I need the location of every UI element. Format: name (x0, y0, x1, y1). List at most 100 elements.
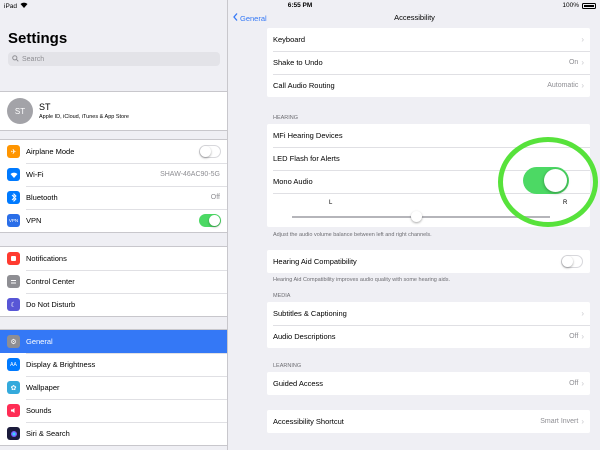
airplane-icon: ✈ (7, 145, 20, 158)
hac-footer: Hearing Aid Compatibility improves audio… (273, 277, 451, 283)
sidebar-item-bluetooth[interactable]: Bluetooth Off (0, 186, 227, 209)
row-label: Accessibility Shortcut (273, 417, 344, 426)
status-time: 6:55 PM (287, 2, 313, 9)
sidebar-item-display-brightness[interactable]: AA Display & Brightness (0, 353, 227, 376)
sidebar-item-label: General (26, 337, 53, 346)
siri-icon (7, 427, 20, 440)
sidebar-item-label: VPN (26, 216, 42, 225)
row-label: Guided Access (273, 379, 324, 388)
accessibility-shortcut-row[interactable]: Accessibility Shortcut Smart Invert › (267, 410, 590, 433)
nav-title: Accessibility (394, 13, 435, 22)
sidebar-item-wallpaper[interactable]: ✿ Wallpaper (0, 376, 227, 399)
hac-toggle[interactable] (561, 255, 583, 268)
sidebar-item-notifications[interactable]: Notifications (0, 247, 227, 270)
keyboard-row[interactable]: Keyboard › (267, 28, 590, 51)
hearing-aid-compatibility-row[interactable]: Hearing Aid Compatibility (267, 250, 590, 273)
chevron-right-icon: › (581, 81, 584, 90)
notifications-group: Notifications Control Center ☾ Do Not Di… (0, 246, 227, 317)
sidebar-item-siri-search[interactable]: Siri & Search (0, 422, 227, 445)
connectivity-group: ✈ Airplane Mode Wi-Fi SHAW-46AC90-5G Blu… (0, 139, 227, 233)
vpn-icon: VPN (7, 214, 20, 227)
bluetooth-value: Off (210, 194, 220, 201)
audio-descriptions-row[interactable]: Audio Descriptions Off › (267, 325, 590, 348)
row-value: Automatic (547, 82, 579, 89)
battery-icon (582, 2, 596, 9)
sounds-icon (7, 404, 20, 417)
display-icon: AA (7, 358, 20, 371)
guided-access-row[interactable]: Guided Access Off › (267, 372, 590, 395)
media-group: Subtitles & Captioning › Audio Descripti… (267, 302, 590, 348)
learning-group: Guided Access Off › (267, 372, 590, 395)
sidebar-item-label: Display & Brightness (26, 360, 96, 369)
profile-subtitle: Apple ID, iCloud, iTunes & App Store (39, 114, 129, 120)
search-input[interactable]: Search (8, 52, 220, 66)
balance-left-label: L (329, 200, 333, 206)
subtitles-captioning-row[interactable]: Subtitles & Captioning › (267, 302, 590, 325)
general-accessibility-group: Keyboard › Shake to Undo On › Call Audio… (267, 28, 590, 97)
sidebar-item-control-center[interactable]: Control Center (0, 270, 227, 293)
row-label: Keyboard (273, 35, 306, 44)
sidebar-item-label: Do Not Disturb (26, 300, 76, 309)
balance-slider-thumb[interactable] (411, 211, 422, 222)
profile-name: ST (39, 102, 51, 112)
row-value: On (568, 59, 579, 66)
hearing-section-header: HEARING (273, 115, 299, 121)
row-value: Off (569, 380, 579, 387)
nav-bar: General Accessibility (229, 12, 600, 26)
apple-id-row[interactable]: ST ST Apple ID, iCloud, iTunes & App Sto… (0, 92, 227, 130)
sidebar-item-label: Bluetooth (26, 193, 58, 202)
shortcut-group: Accessibility Shortcut Smart Invert › (267, 410, 590, 433)
wifi-icon (7, 168, 20, 181)
sidebar-item-label: Airplane Mode (26, 147, 75, 156)
row-value: Smart Invert (540, 418, 579, 425)
sidebar-item-sounds[interactable]: Sounds (0, 399, 227, 422)
row-label: Shake to Undo (273, 58, 323, 67)
control-center-icon (7, 275, 20, 288)
sidebar-item-label: Sounds (26, 406, 52, 415)
sidebar-item-label: Wallpaper (26, 383, 60, 392)
notifications-icon (7, 252, 20, 265)
sidebar-item-airplane-mode[interactable]: ✈ Airplane Mode (0, 140, 227, 163)
learning-section-header: LEARNING (273, 363, 302, 369)
page-title: Settings (8, 30, 68, 47)
row-label: Hearing Aid Compatibility (273, 257, 357, 266)
media-section-header: MEDIA (273, 293, 291, 299)
chevron-right-icon: › (581, 35, 584, 44)
chevron-right-icon: › (581, 309, 584, 318)
row-label: Subtitles & Captioning (273, 309, 347, 318)
chevron-right-icon: › (581, 332, 584, 341)
chevron-right-icon: › (581, 379, 584, 388)
row-value: Off (569, 333, 579, 340)
bluetooth-icon (7, 191, 20, 204)
sidebar-item-label: Wi-Fi (26, 170, 44, 179)
moon-icon: ☾ (7, 298, 20, 311)
gear-icon: ⚙ (7, 335, 20, 348)
wallpaper-icon: ✿ (7, 381, 20, 394)
sidebar-item-do-not-disturb[interactable]: ☾ Do Not Disturb (0, 293, 227, 316)
row-label: Call Audio Routing (273, 81, 335, 90)
sidebar-item-vpn[interactable]: VPN VPN (0, 209, 227, 232)
chevron-right-icon: › (581, 417, 584, 426)
general-group: ⚙ General AA Display & Brightness ✿ Wall… (0, 329, 227, 446)
row-label: Audio Descriptions (273, 332, 336, 341)
settings-sidebar: Settings Search ST ST Apple ID, iCloud, … (0, 0, 228, 450)
status-bar: iPad 6:55 PM 100% (0, 0, 600, 12)
mono-audio-toggle[interactable] (523, 167, 569, 194)
search-placeholder: Search (22, 55, 45, 63)
hac-group: Hearing Aid Compatibility (267, 250, 590, 273)
sidebar-item-general[interactable]: ⚙ General (0, 330, 227, 353)
sidebar-item-label: Siri & Search (26, 429, 70, 438)
sidebar-item-wifi[interactable]: Wi-Fi SHAW-46AC90-5G (0, 163, 227, 186)
balance-footer: Adjust the audio volume balance between … (273, 232, 432, 238)
vpn-toggle[interactable] (199, 214, 221, 227)
avatar: ST (7, 98, 33, 124)
wifi-network-value: SHAW-46AC90-5G (160, 171, 220, 178)
sidebar-item-label: Control Center (26, 277, 75, 286)
profile-group: ST ST Apple ID, iCloud, iTunes & App Sto… (0, 91, 227, 131)
chevron-right-icon: › (581, 58, 584, 67)
search-icon (12, 54, 19, 64)
call-audio-routing-row[interactable]: Call Audio Routing Automatic › (267, 74, 590, 97)
shake-to-undo-row[interactable]: Shake to Undo On › (267, 51, 590, 74)
sidebar-item-label: Notifications (26, 254, 67, 263)
airplane-mode-toggle[interactable] (199, 145, 221, 158)
